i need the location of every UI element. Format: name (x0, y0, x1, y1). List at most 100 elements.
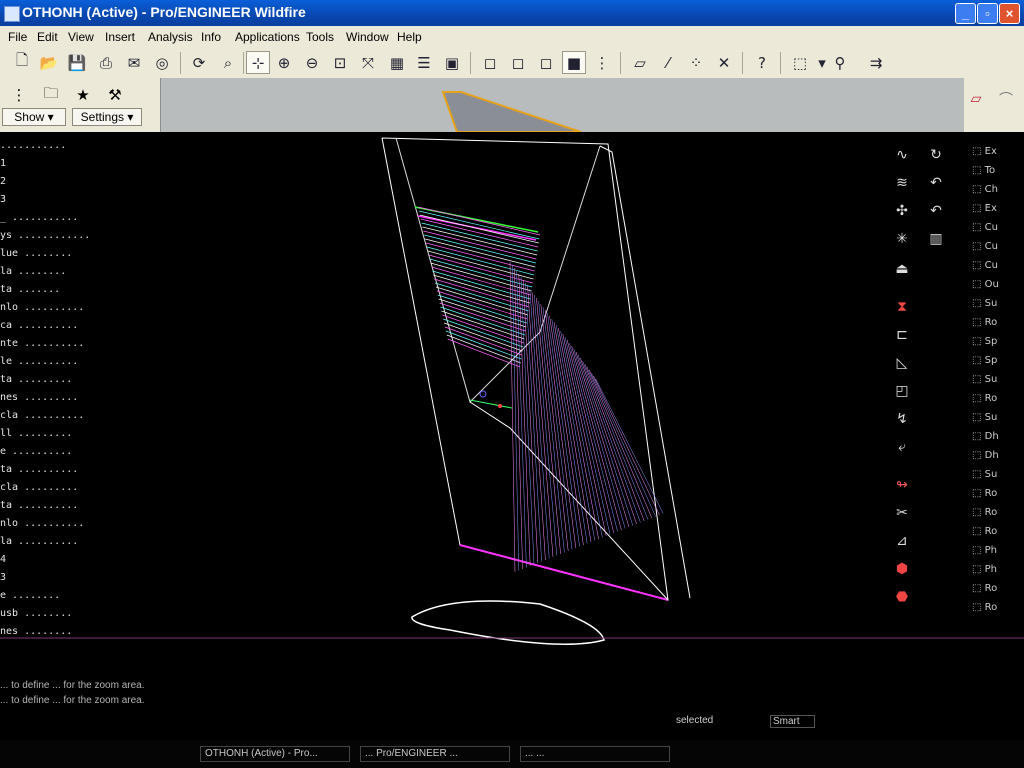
binoculars-icon[interactable]: ⚲ (828, 51, 852, 74)
feature-list-item[interactable]: ⬚ Su (972, 374, 997, 390)
feature-list-item[interactable]: ⬚ Ro (972, 526, 997, 542)
refit-icon[interactable]: ⊡ (328, 51, 352, 74)
datum-display-icon[interactable]: ⋮ (590, 51, 614, 74)
model-tree-row[interactable]: nes ........ (0, 626, 72, 642)
datum-points-icon[interactable]: ⁘ (684, 51, 708, 74)
model-tree-row[interactable]: ll ......... (0, 428, 72, 444)
feature-list-item[interactable]: ⬚ Ph (972, 564, 997, 580)
settings-dropdown[interactable]: Settings ▾ (72, 108, 142, 126)
minimize-button[interactable]: _ (955, 3, 976, 24)
setup-icon[interactable]: ▣ (440, 51, 464, 74)
feature-list-item[interactable]: ⬚ Ro (972, 602, 997, 618)
email-icon[interactable]: ✉ (122, 51, 146, 74)
save-icon[interactable]: 💾 (65, 51, 89, 74)
feature-list-item[interactable]: ⬚ Cu (972, 241, 998, 257)
extrude-icon[interactable]: ✣ (890, 200, 914, 222)
model-tree-row[interactable]: 3 (0, 572, 6, 588)
model-tree-row[interactable]: nlo .......... (0, 302, 84, 318)
menu-analysis[interactable]: Analysis (148, 30, 193, 44)
offset-icon[interactable]: ↬ (890, 474, 914, 496)
folder-browser-icon[interactable]: 🗀 (38, 82, 64, 108)
rib-icon[interactable]: ◰ (890, 380, 914, 402)
feature-list-item[interactable]: ⬚ Ph (972, 545, 997, 561)
sketch-icon[interactable]: ∿ (890, 144, 914, 166)
curve-icon[interactable]: ↻ (924, 144, 948, 166)
model-tree-row[interactable]: nlo .......... (0, 518, 84, 534)
round-icon[interactable]: ⏏ (890, 258, 914, 280)
zoom-in-icon[interactable]: ⊕ (272, 51, 296, 74)
layers-icon[interactable]: ☰ (412, 51, 436, 74)
taskbar-item-second[interactable]: ... Pro/ENGINEER ... (360, 746, 510, 762)
pattern-icon[interactable]: ↶ (924, 172, 948, 194)
model-tree-row[interactable]: ys ............ (0, 230, 90, 246)
print-icon[interactable]: ⎙ (94, 51, 118, 74)
model-tree-row[interactable]: e ........ (0, 590, 60, 606)
model-tree-icon[interactable]: ⋮ (6, 82, 32, 108)
feature-list-item[interactable]: ⬚ Ro (972, 488, 997, 504)
model-tree-row[interactable]: _ ........... (0, 212, 78, 228)
feature-list-item[interactable]: ⬚ Ex (972, 146, 997, 162)
menu-window[interactable]: Window (346, 30, 389, 44)
feature-list-item[interactable]: ⬚ Dh (972, 450, 999, 466)
spin-center-icon[interactable]: ⊹ (246, 51, 270, 74)
saved-views-icon[interactable]: ▦ (385, 51, 409, 74)
model-tree-row[interactable]: 3 (0, 194, 6, 210)
solidify-icon[interactable]: ⊿ (890, 530, 914, 552)
shading-icon[interactable]: ■ (562, 51, 586, 74)
datum-planes-icon[interactable]: ▱ (628, 51, 652, 74)
feature-list-item[interactable]: ⬚ Ex (972, 203, 997, 219)
surface-icon[interactable]: ≋ (890, 172, 914, 194)
feature-list-item[interactable]: ⬚ Su (972, 298, 997, 314)
feature-list-item[interactable]: ⬚ Su (972, 469, 997, 485)
model-tree-row[interactable]: ta ....... (0, 284, 60, 300)
favorites-icon[interactable]: ★ (70, 82, 96, 108)
feature-list-item[interactable]: ⬚ Cu (972, 260, 998, 276)
model-tree-row[interactable]: ........... (0, 140, 66, 156)
blend-icon[interactable]: ▥ (924, 228, 948, 250)
feature-list-item[interactable]: ⬚ Ro (972, 317, 997, 333)
sketch-tool-icon[interactable]: ⌒ (994, 88, 1018, 110)
chamfer-icon[interactable]: ⧗ (890, 296, 914, 318)
model-tree-row[interactable]: le .......... (0, 356, 78, 372)
datum-plane-icon[interactable]: ▱ (964, 88, 988, 110)
no-hidden-icon[interactable]: ◻ (534, 51, 558, 74)
model-tree-row[interactable]: ca .......... (0, 320, 78, 336)
connections-icon[interactable]: ⚒ (102, 82, 128, 108)
flatten-icon[interactable]: ⬣ (890, 586, 914, 608)
menu-edit[interactable]: Edit (37, 30, 58, 44)
feature-list-item[interactable]: ⬚ Ro (972, 393, 997, 409)
datum-axes-icon[interactable]: ⁄ (656, 51, 680, 74)
merge-icon[interactable]: ⤶ (890, 436, 914, 458)
new-icon[interactable]: 🗋 (10, 51, 34, 74)
close-button[interactable]: × (999, 3, 1020, 24)
draft-icon[interactable]: ⊏ (890, 324, 914, 346)
model-tree-row[interactable]: cla ......... (0, 482, 78, 498)
model-tree-row[interactable]: ta .......... (0, 464, 78, 480)
feature-list-item[interactable]: ⬚ Sp (972, 355, 997, 371)
find-icon[interactable]: ⌕ (216, 51, 240, 74)
menu-help[interactable]: Help (397, 30, 422, 44)
menu-view[interactable]: View (68, 30, 94, 44)
menu-file[interactable]: File (8, 30, 27, 44)
hidden-line-icon[interactable]: ◻ (506, 51, 530, 74)
trim-icon[interactable]: ↯ (890, 408, 914, 430)
sweep-icon[interactable]: ✳ (890, 228, 914, 250)
feature-list-item[interactable]: ⬚ Ro (972, 583, 997, 599)
feature-list-item[interactable]: ⬚ Su (972, 412, 997, 428)
feature-list-item[interactable]: ⬚ Dh (972, 431, 999, 447)
revolve-icon[interactable]: ↶ (924, 200, 948, 222)
maximize-button[interactable]: ▫ (977, 3, 998, 24)
feature-list-item[interactable]: ⬚ Sp (972, 336, 997, 352)
menu-info[interactable]: Info (201, 30, 221, 44)
feature-list-item[interactable]: ⬚ Ch (972, 184, 998, 200)
menu-tools[interactable]: Tools (306, 30, 334, 44)
whats-this-icon[interactable]: ? (750, 51, 774, 74)
feature-list-item[interactable]: ⬚ Cu (972, 222, 998, 238)
model-tree-row[interactable]: lue ........ (0, 248, 72, 264)
model-tree-row[interactable]: 2 (0, 176, 6, 192)
feature-list-item[interactable]: ⬚ Ou (972, 279, 999, 295)
menu-insert[interactable]: Insert (105, 30, 135, 44)
model-tree-row[interactable]: usb ........ (0, 608, 72, 624)
model-tree-row[interactable]: ta .......... (0, 500, 78, 516)
reorient-icon[interactable]: ⤧ (356, 51, 380, 74)
